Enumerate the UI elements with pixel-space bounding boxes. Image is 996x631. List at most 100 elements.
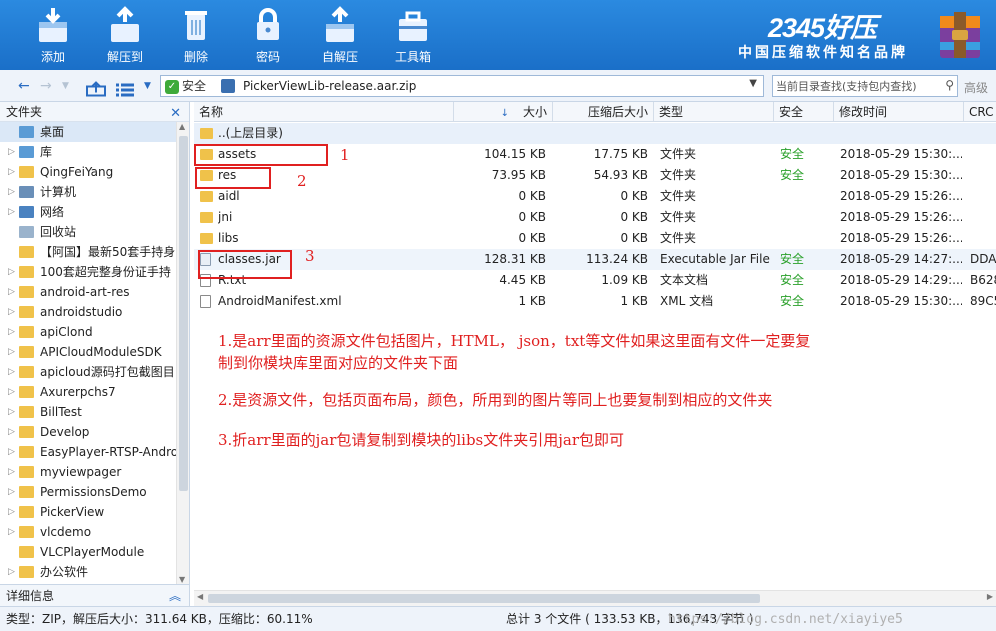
expand-arrow-icon[interactable]: ▷ (8, 562, 15, 582)
sidebar-item-label: PickerView (40, 505, 105, 519)
annotation-note-1-line1: 1.是arr里面的资源文件包括图片，HTML， json，txt等文件如果这里面… (218, 332, 811, 350)
scroll-down-icon[interactable]: ▼ (179, 575, 185, 584)
extract-to-button[interactable]: 解压到 (95, 4, 155, 66)
up-level-icon[interactable] (86, 79, 106, 99)
delete-button[interactable]: 删除 (166, 4, 226, 66)
expand-arrow-icon[interactable]: ▷ (8, 142, 15, 162)
column-type[interactable]: 类型 (654, 102, 774, 122)
sidebar-item[interactable]: ▷ 库 (0, 142, 176, 162)
column-crc[interactable]: CRC (964, 102, 996, 122)
view-list-icon[interactable] (116, 80, 134, 100)
sidebar-item[interactable]: ▷ EasyPlayer-RTSP-Andro (0, 442, 176, 462)
expand-arrow-icon[interactable]: ▷ (8, 502, 15, 522)
safe-status-label: 安全 (182, 79, 207, 93)
sidebar-item[interactable]: ▷ vlcdemo (0, 522, 176, 542)
column-name[interactable]: 名称 (194, 102, 454, 122)
cell-size: 0 KB (518, 189, 546, 203)
sidebar-item[interactable]: 【阿国】最新50套手持身 (0, 242, 176, 262)
sidebar-item[interactable]: VLCPlayerModule (0, 542, 176, 562)
sidebar-item[interactable]: ▷ apicloud源码打包截图目 (0, 362, 176, 382)
sidebar-item[interactable]: ▷ QingFeiYang (0, 162, 176, 182)
expand-arrow-icon[interactable]: ▷ (8, 482, 15, 502)
sidebar-item[interactable]: ▷ android-art-res (0, 282, 176, 302)
computer-icon (19, 186, 34, 198)
sidebar-scroll-thumb[interactable] (179, 136, 188, 491)
expand-arrow-icon[interactable]: ▷ (8, 282, 15, 302)
expand-arrow-icon[interactable]: ▷ (8, 382, 15, 402)
sort-down-icon: ↓ (500, 108, 509, 119)
sidebar-item[interactable]: ▷ 办公软件 (0, 562, 176, 582)
chevron-up-icon[interactable]: ︽ (169, 585, 181, 607)
sidebar-item[interactable]: ▷ Axurerpchs7 (0, 382, 176, 402)
forward-arrow-icon[interactable]: → (40, 76, 52, 96)
expand-arrow-icon[interactable]: ▷ (8, 262, 15, 282)
column-crc-label: CRC (969, 105, 994, 119)
sidebar-item[interactable]: ▷ PickerView (0, 502, 176, 522)
expand-arrow-icon[interactable]: ▷ (8, 302, 15, 322)
expand-arrow-icon[interactable]: ▷ (8, 462, 15, 482)
expand-arrow-icon[interactable]: ▷ (8, 322, 15, 342)
sidebar-item[interactable]: 桌面 (0, 122, 176, 142)
cell-safe: 安全 (780, 147, 805, 161)
sidebar-item-label: 回收站 (40, 225, 77, 239)
sidebar-item[interactable]: ▷ 100套超完整身份证手持 (0, 262, 176, 282)
column-name-label: 名称 (199, 105, 224, 119)
column-packed[interactable]: 压缩后大小 (553, 102, 654, 122)
file-row[interactable]: AndroidManifest.xml 1 KB 1 KB XML 文档 安全 2018-… (194, 291, 996, 312)
expand-arrow-icon[interactable]: ▷ (8, 362, 15, 382)
sidebar-item[interactable]: ▷ PermissionsDemo (0, 482, 176, 502)
cell-type: 文件夹 (660, 231, 697, 245)
toolbox-button[interactable]: 工具箱 (383, 4, 443, 66)
sidebar-item[interactable]: ▷ androidstudio (0, 302, 176, 322)
sidebar-item[interactable]: ▷ Develop (0, 422, 176, 442)
back-arrow-icon[interactable]: ← (18, 76, 30, 96)
cell-packed: 54.93 KB (593, 168, 648, 182)
expand-arrow-icon[interactable]: ▷ (8, 162, 15, 182)
horizontal-scrollbar[interactable]: ◀ ▶ (194, 590, 996, 606)
path-dropdown-icon[interactable]: ▼ (749, 78, 757, 89)
sidebar-scrollbar[interactable]: ▲ ▼ (176, 122, 189, 584)
sidebar-item[interactable]: ▷ APICloudModuleSDK (0, 342, 176, 362)
view-dropdown-icon[interactable]: ▼ (144, 76, 151, 96)
expand-arrow-icon[interactable]: ▷ (8, 202, 15, 222)
advanced-search-link[interactable]: 高级 (964, 79, 988, 96)
file-row[interactable]: R.txt 4.45 KB 1.09 KB 文本文档 安全 2018-05-29 14:2… (194, 270, 996, 291)
parent-directory-row[interactable]: ..(上层目录) (194, 123, 996, 144)
sidebar-item[interactable]: ▷ 计算机 (0, 182, 176, 202)
path-field[interactable]: ✓ 安全 PickerViewLib-release.aar.zip ▼ (160, 75, 764, 97)
expand-arrow-icon[interactable]: ▷ (8, 182, 15, 202)
scroll-up-icon[interactable]: ▲ (179, 122, 185, 131)
expand-arrow-icon[interactable]: ▷ (8, 522, 15, 542)
archive-info-text: 类型：ZIP，解压后大小：311.64 KB，压缩比：60.11% (6, 612, 313, 626)
file-row[interactable]: res 73.95 KB 54.93 KB 文件夹 安全 2018-05-29 15:30… (194, 165, 996, 186)
expand-arrow-icon[interactable]: ▷ (8, 442, 15, 462)
column-size[interactable]: ↓ 大小 (454, 102, 553, 122)
column-safe[interactable]: 安全 (774, 102, 834, 122)
expand-arrow-icon[interactable]: ▷ (8, 422, 15, 442)
watermark-text: https://blog.csdn.net/xiayiye5 (668, 612, 903, 627)
file-row[interactable]: jni 0 KB 0 KB 文件夹 2018-05-29 15:26:... (194, 207, 996, 228)
sidebar-item[interactable]: ▷ BillTest (0, 402, 176, 422)
expand-arrow-icon[interactable]: ▷ (8, 342, 15, 362)
self-extract-button[interactable]: 自解压 (310, 4, 370, 66)
sidebar-item[interactable]: 回收站 (0, 222, 176, 242)
sidebar-item[interactable]: ▷ 网络 (0, 202, 176, 222)
sidebar-item[interactable]: ▷ apiClond (0, 322, 176, 342)
search-icon[interactable]: ⚲ (945, 78, 954, 92)
column-mtime[interactable]: 修改时间 (834, 102, 964, 122)
add-button[interactable]: 添加 (23, 4, 83, 66)
details-panel-toggle[interactable]: 详细信息 ︽ (0, 584, 190, 606)
scroll-left-icon[interactable]: ◀ (197, 592, 203, 601)
scroll-right-icon[interactable]: ▶ (987, 592, 993, 601)
file-row[interactable]: aidl 0 KB 0 KB 文件夹 2018-05-29 15:26:... (194, 186, 996, 207)
history-dropdown-icon[interactable]: ▼ (62, 76, 69, 96)
sidebar-item[interactable]: ▷ myviewpager (0, 462, 176, 482)
close-icon[interactable]: ✕ (170, 104, 181, 124)
search-input[interactable] (773, 76, 933, 96)
folder-icon (19, 306, 34, 318)
expand-arrow-icon[interactable]: ▷ (8, 402, 15, 422)
horizontal-scroll-thumb[interactable] (208, 594, 760, 603)
file-row[interactable]: libs 0 KB 0 KB 文件夹 2018-05-29 15:26:... (194, 228, 996, 249)
column-mtime-label: 修改时间 (839, 105, 888, 119)
password-button[interactable]: 密码 (238, 4, 298, 66)
